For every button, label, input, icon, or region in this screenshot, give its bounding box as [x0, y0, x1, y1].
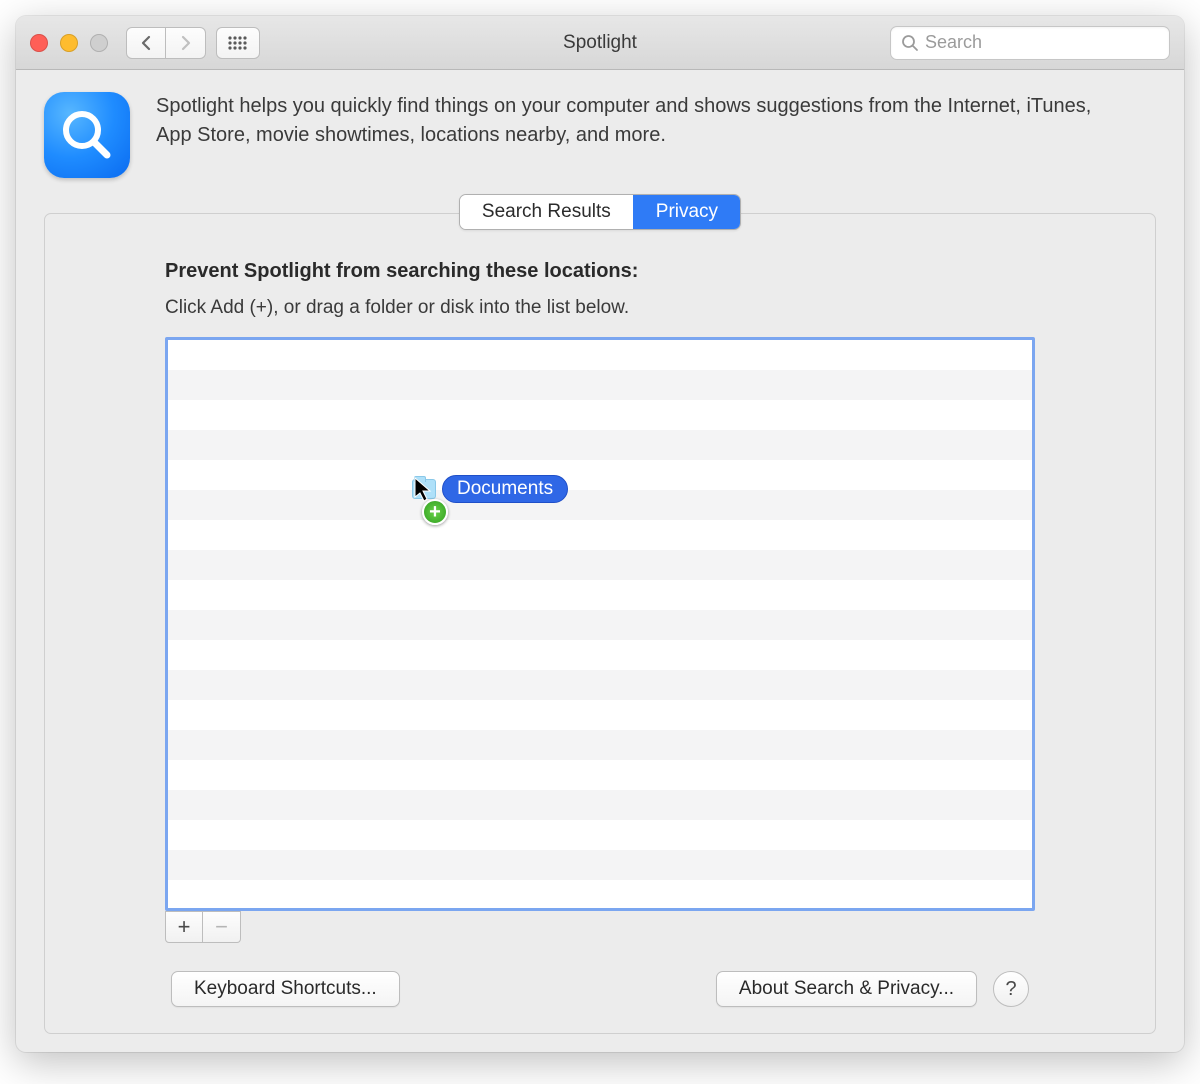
copy-plus-badge: +: [422, 499, 448, 525]
keyboard-shortcuts-button[interactable]: Keyboard Shortcuts...: [171, 971, 400, 1007]
intro-text: Spotlight helps you quickly find things …: [156, 92, 1116, 150]
spotlight-app-icon: [44, 92, 130, 178]
titlebar: Spotlight: [16, 16, 1184, 70]
close-button[interactable]: [30, 34, 48, 52]
nav-buttons: [126, 27, 206, 59]
magnifier-icon: [57, 105, 117, 165]
content-area: Spotlight helps you quickly find things …: [16, 70, 1184, 1052]
grid-icon: [228, 36, 248, 50]
tab-search-results[interactable]: Search Results: [460, 195, 633, 229]
drag-item-label: Documents: [442, 475, 568, 503]
add-remove-controls: + −: [165, 911, 1035, 943]
add-location-button[interactable]: +: [165, 911, 203, 943]
chevron-left-icon: [140, 35, 152, 51]
tab-switcher: Search Results Privacy: [44, 194, 1156, 230]
intro-row: Spotlight helps you quickly find things …: [44, 92, 1156, 178]
privacy-heading: Prevent Spotlight from searching these l…: [165, 260, 1035, 283]
help-button[interactable]: ?: [993, 971, 1029, 1007]
forward-button[interactable]: [166, 27, 206, 59]
chevron-right-icon: [180, 35, 192, 51]
show-all-button[interactable]: [216, 27, 260, 59]
search-icon: [901, 34, 919, 52]
privacy-subheading: Click Add (+), or drag a folder or disk …: [165, 297, 1035, 319]
remove-location-button: −: [203, 911, 241, 943]
folder-icon: [412, 479, 436, 499]
search-field[interactable]: [890, 26, 1170, 60]
drag-preview: Documents +: [412, 475, 568, 503]
tab-privacy[interactable]: Privacy: [633, 195, 740, 229]
about-privacy-button[interactable]: About Search & Privacy...: [716, 971, 977, 1007]
list-stripes: [168, 340, 1032, 908]
zoom-button: [90, 34, 108, 52]
minimize-button[interactable]: [60, 34, 78, 52]
privacy-panel: Prevent Spotlight from searching these l…: [44, 213, 1156, 1034]
search-input[interactable]: [925, 32, 1159, 53]
panel-footer: Keyboard Shortcuts... About Search & Pri…: [165, 971, 1035, 1007]
excluded-locations-list[interactable]: Documents +: [165, 337, 1035, 911]
window-controls: [30, 34, 108, 52]
back-button[interactable]: [126, 27, 166, 59]
spotlight-preferences-window: Spotlight Spotlight helps you quickly fi…: [16, 16, 1184, 1052]
